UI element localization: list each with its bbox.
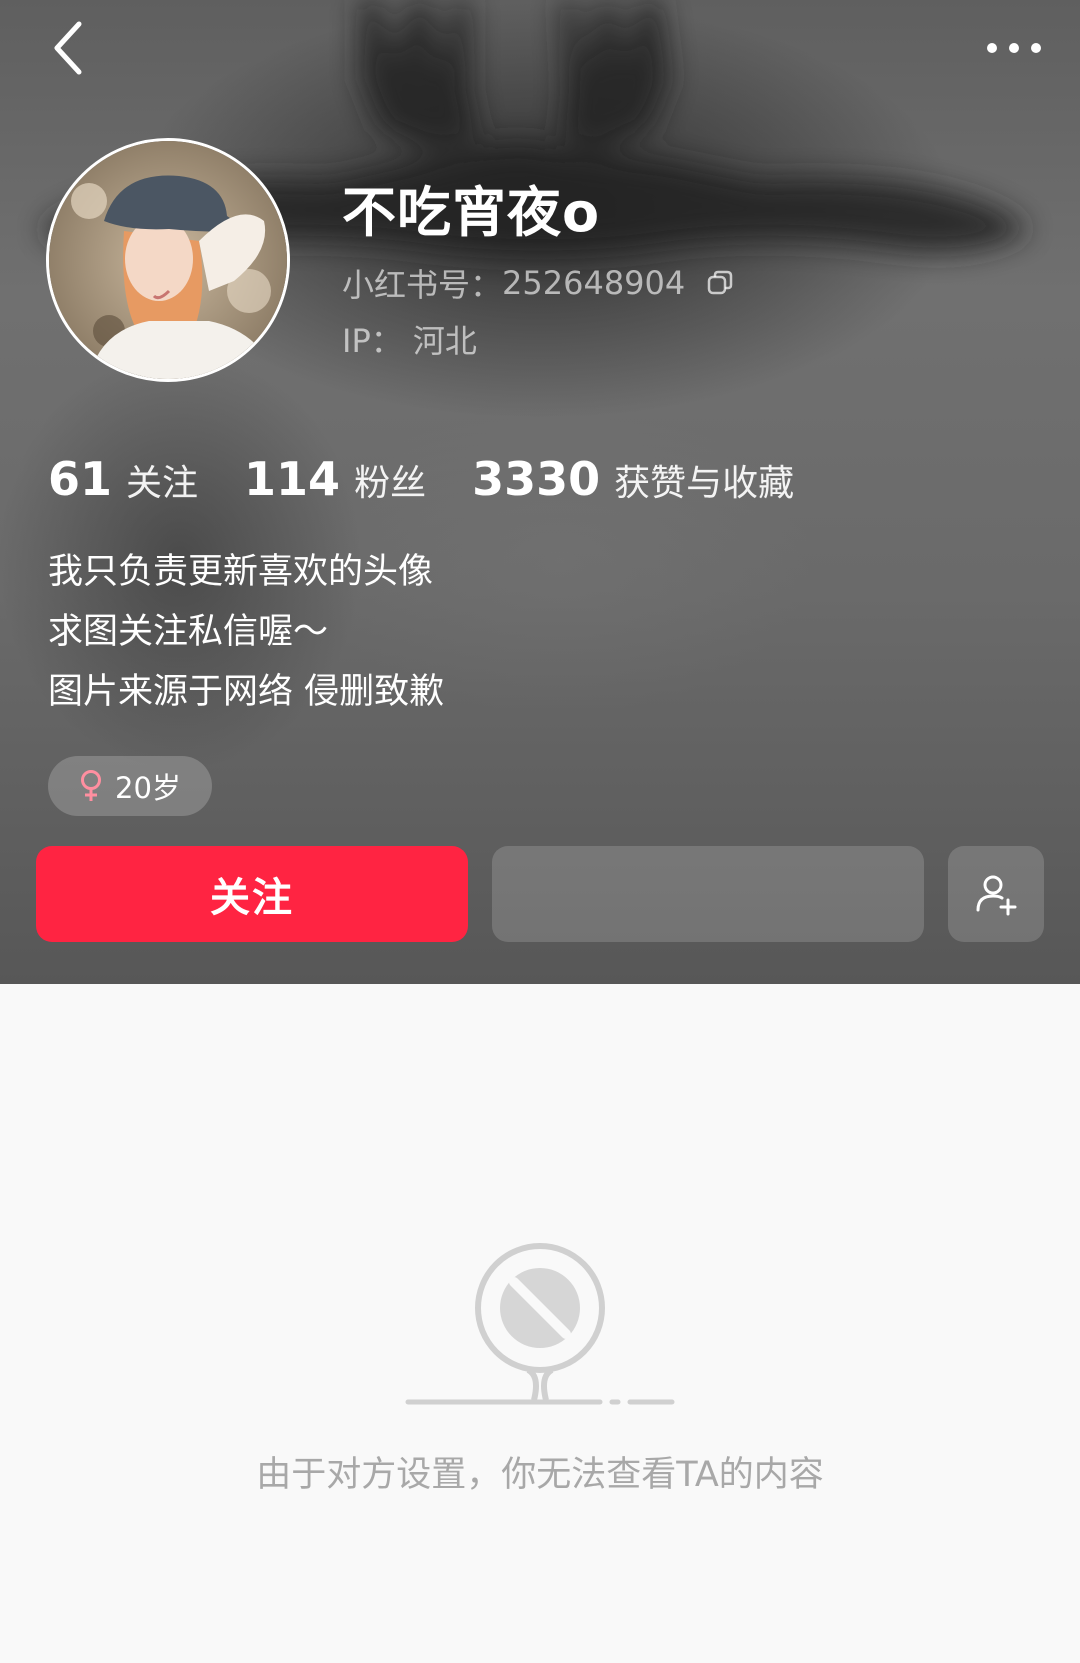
user-id-value: 252648904 [502, 264, 686, 302]
bio-line: 求图关注私信喔～ [48, 612, 329, 652]
followers-count: 114 [244, 452, 341, 506]
stat-likes-collections[interactable]: 3330 获赞与收藏 [472, 452, 794, 506]
stats-bar: 61 关注 114 粉丝 3330 获赞与收藏 [48, 452, 840, 506]
age-label: 20岁 [115, 771, 181, 805]
ip-location: IP： 河北 [342, 316, 477, 362]
bio-line: 我只负责更新喜欢的头像 [48, 552, 434, 592]
chevron-left-icon [54, 21, 82, 75]
following-count: 61 [48, 452, 113, 506]
add-friend-button[interactable] [948, 846, 1044, 942]
user-id-line: 小红书号： 252648904 [342, 260, 735, 306]
avatar[interactable] [46, 138, 290, 382]
content-area: 由于对方设置，你无法查看TA的内容 [0, 984, 1080, 1663]
more-dots-icon [987, 43, 1041, 53]
following-label: 关注 [126, 463, 199, 504]
user-id-label: 小红书号： [342, 266, 503, 304]
empty-state-message: 由于对方设置，你无法查看TA的内容 [256, 1455, 824, 1495]
back-button[interactable] [38, 18, 98, 78]
add-user-icon [976, 875, 1017, 916]
followers-label: 粉丝 [354, 463, 427, 504]
message-button[interactable] [492, 846, 924, 942]
stat-following[interactable]: 61 关注 [48, 452, 198, 506]
nickname: 不吃宵夜o [342, 181, 601, 244]
more-options-button[interactable] [984, 18, 1044, 78]
likes-count: 3330 [472, 452, 601, 506]
stat-followers[interactable]: 114 粉丝 [244, 452, 426, 506]
likes-label: 获赞与收藏 [614, 463, 795, 504]
avatar-image [49, 141, 287, 379]
bio: 我只负责更新喜欢的头像 求图关注私信喔～ 图片来源于网络 侵删致歉 [48, 542, 444, 722]
profile-header: 不吃宵夜o 小红书号： 252648904 IP： 河北 61 关注 114 粉… [0, 0, 1080, 984]
copy-icon[interactable] [705, 268, 735, 298]
follow-button[interactable]: 关注 [36, 846, 468, 942]
bio-line: 图片来源于网络 侵删致歉 [48, 672, 445, 712]
ip-label: IP： [342, 322, 403, 360]
blocked-content-icon [405, 1243, 675, 1405]
gender-age-tag: 20岁 [48, 756, 212, 816]
ip-value: 河北 [412, 322, 477, 360]
female-icon [79, 769, 103, 803]
